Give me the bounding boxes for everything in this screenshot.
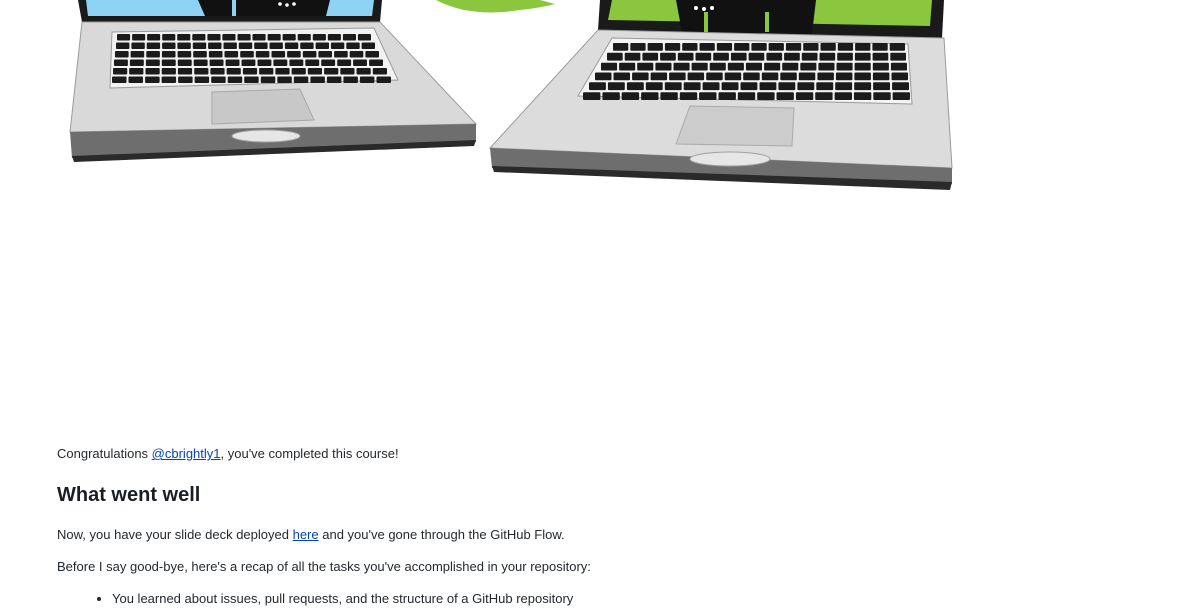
right-laptop bbox=[488, 0, 953, 190]
deployed-text: Now, you have your slide deck deployed h… bbox=[57, 524, 565, 546]
congratulations-prefix: Congratulations bbox=[57, 446, 152, 461]
deployed-suffix: and you've gone through the GitHub Flow. bbox=[318, 527, 565, 542]
congratulations-suffix: , you've completed this course! bbox=[220, 446, 399, 461]
deployed-prefix: Now, you have your slide deck deployed bbox=[57, 527, 293, 542]
what-went-well-heading: What went well bbox=[57, 484, 201, 506]
congratulations-text: Congratulations @cbrightly1, you've comp… bbox=[57, 443, 399, 465]
recap-intro-text: Before I say good-bye, here's a recap of… bbox=[57, 559, 591, 574]
list-item: You learned about issues, pull requests,… bbox=[112, 588, 573, 610]
page: Congratulations @cbrightly1, you've comp… bbox=[0, 0, 1178, 610]
slide-deck-link[interactable]: here bbox=[293, 527, 319, 542]
user-mention-link[interactable]: @cbrightly1 bbox=[152, 446, 221, 461]
left-laptop bbox=[69, 0, 478, 162]
task-list: You learned about issues, pull requests,… bbox=[57, 588, 573, 610]
speech-bubble bbox=[436, 0, 555, 13]
laptops-illustration bbox=[69, 0, 953, 190]
